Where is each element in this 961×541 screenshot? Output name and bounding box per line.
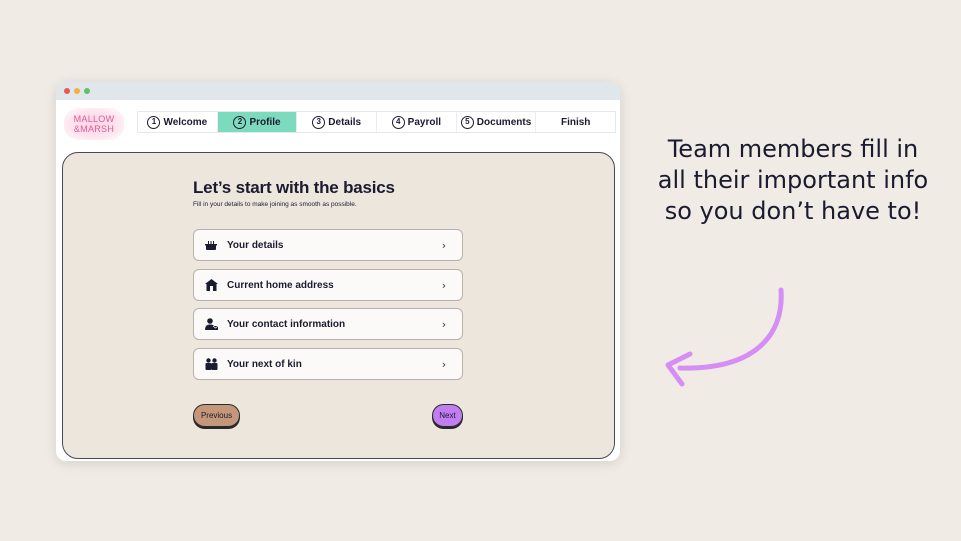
- mallow-marsh-logo: MALLOW &MARSH: [64, 108, 124, 140]
- next-button[interactable]: Next: [432, 404, 463, 427]
- next-of-kin-card[interactable]: Your next of kin ›: [193, 348, 463, 380]
- step-welcome[interactable]: 1 Welcome: [138, 112, 218, 132]
- chevron-right-icon: ›: [441, 357, 447, 371]
- step-finish[interactable]: Finish: [536, 112, 615, 132]
- card-label: Your contact information: [227, 318, 346, 330]
- step-number-icon: 1: [147, 115, 161, 129]
- home-address-card[interactable]: Current home address ›: [193, 269, 463, 301]
- step-number-icon: 4: [391, 115, 405, 129]
- step-label: Finish: [560, 116, 591, 128]
- contact-information-card[interactable]: Your contact information ›: [193, 308, 463, 340]
- maximize-window-button[interactable]: [84, 88, 90, 94]
- step-documents[interactable]: 5 Documents: [457, 112, 537, 132]
- contact-icon: [204, 317, 218, 331]
- step-label: Details: [328, 116, 362, 128]
- page-subtitle: Fill in your details to make joining as …: [193, 201, 357, 208]
- step-details[interactable]: 3 Details: [297, 112, 378, 132]
- step-profile[interactable]: 2 Profile: [217, 112, 298, 132]
- step-label: Profile: [249, 116, 281, 128]
- step-number-icon: 3: [312, 115, 326, 129]
- previous-button[interactable]: Previous: [193, 404, 240, 427]
- card-label: Your next of kin: [227, 358, 302, 370]
- chevron-right-icon: ›: [441, 238, 447, 252]
- logo-line-2: &MARSH: [73, 124, 115, 134]
- step-payroll[interactable]: 4 Payroll: [377, 112, 457, 132]
- minimize-window-button[interactable]: [74, 88, 80, 94]
- app-window: MALLOW &MARSH 1 Welcome 2 Profile 3 Deta…: [56, 82, 620, 461]
- page-title: Let’s start with the basics: [193, 178, 395, 197]
- step-number-icon: 5: [460, 115, 474, 129]
- step-label: Welcome: [163, 116, 208, 128]
- home-icon: [204, 278, 218, 292]
- onboarding-stepper: 1 Welcome 2 Profile 3 Details 4 Payroll …: [137, 111, 616, 133]
- card-label: Current home address: [227, 279, 334, 291]
- profile-panel: Let’s start with the basics Fill in your…: [62, 152, 615, 459]
- people-icon: [204, 357, 218, 371]
- chevron-right-icon: ›: [441, 278, 447, 292]
- app-header: MALLOW &MARSH 1 Welcome 2 Profile 3 Deta…: [56, 100, 620, 152]
- step-label: Documents: [476, 116, 532, 128]
- your-details-card[interactable]: Your details ›: [193, 229, 463, 261]
- step-number-icon: 2: [233, 115, 247, 129]
- window-titlebar: [56, 82, 620, 100]
- curved-arrow-icon: [665, 287, 784, 387]
- chevron-right-icon: ›: [441, 317, 447, 331]
- callout-text: Team members fill in all their important…: [657, 135, 929, 225]
- cake-icon: [204, 238, 218, 252]
- card-label: Your details: [227, 239, 284, 251]
- logo-line-1: MALLOW: [73, 114, 115, 124]
- close-window-button[interactable]: [64, 88, 70, 94]
- step-label: Payroll: [407, 116, 442, 128]
